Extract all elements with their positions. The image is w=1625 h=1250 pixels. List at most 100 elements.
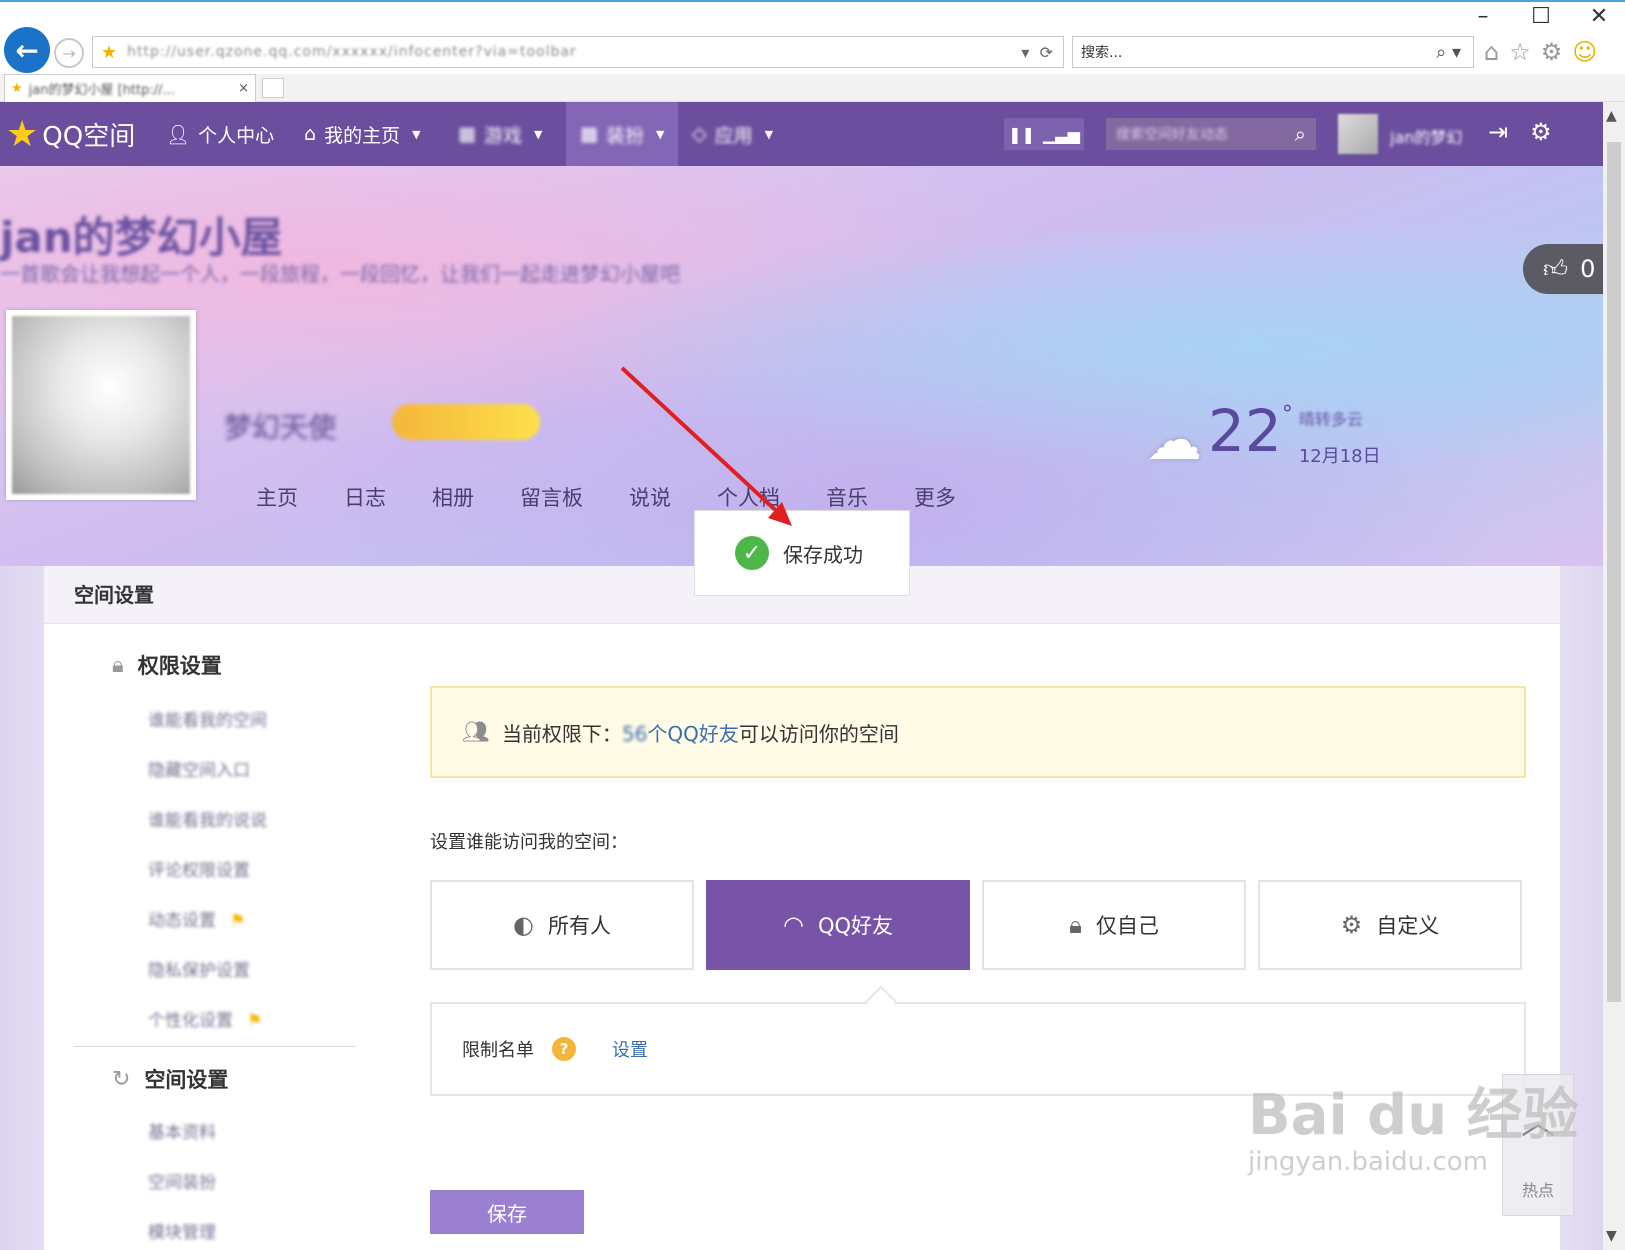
option-everyone[interactable]: ◐ 所有人 — [430, 880, 694, 970]
help-question-icon[interactable]: ? — [552, 1037, 576, 1061]
subnav-blog[interactable]: 日志 — [344, 482, 386, 512]
friend-count[interactable]: 56 — [622, 722, 647, 746]
qzone-star-icon: ★ — [6, 114, 39, 155]
home-icon[interactable]: ⌂ — [1484, 38, 1499, 66]
gear-icon: ⚙ — [1340, 911, 1363, 939]
window-controls: – ☐ ✕ — [1467, 4, 1615, 29]
scroll-up-arrow-icon[interactable]: ▲ — [1606, 108, 1617, 124]
avatar-image — [12, 316, 190, 494]
caret-down-icon: ▼ — [655, 127, 665, 141]
favorite-star-icon: ★ — [101, 41, 118, 63]
option-qq-friends[interactable]: ◠ QQ好友 — [706, 880, 970, 970]
sidebar-item[interactable]: 隐藏空间入口 — [148, 756, 250, 781]
subnav-more[interactable]: 更多 — [914, 482, 956, 512]
scrollbar-thumb[interactable] — [1607, 142, 1621, 1002]
nav-games[interactable]: ▦ 游戏 ▼ — [458, 102, 542, 166]
globe-icon: ◐ — [513, 911, 534, 939]
sidebar-item[interactable]: 个性化设置 ⚑ — [148, 1006, 262, 1031]
permission-head-label: 权限设置 — [137, 654, 222, 678]
sidebar-item[interactable]: 动态设置 ⚑ — [148, 906, 245, 931]
hot-label[interactable]: 热点 — [1522, 1177, 1554, 1201]
pause-icon[interactable]: ❚❚ — [1008, 125, 1035, 144]
user-name[interactable]: jan的梦幻 — [1390, 124, 1462, 148]
address-bar[interactable]: ★ http://user.qzone.qq.com/xxxxxx/infoce… — [92, 36, 1064, 68]
browser-search-box[interactable]: 搜索... ⌕ ▾ — [1072, 36, 1474, 68]
option-label: QQ好友 — [817, 914, 893, 938]
toast-text: 保存成功 — [783, 542, 863, 567]
nav-label: 游戏 — [483, 124, 522, 147]
space-head-label: 空间设置 — [144, 1068, 229, 1092]
close-window-button[interactable]: ✕ — [1583, 4, 1615, 29]
nav-personal-center[interactable]: 👤︎ 个人中心 — [166, 102, 274, 166]
qq-penguin-icon: ◠ — [782, 911, 804, 939]
gear-icon[interactable]: ⚙ — [1530, 118, 1552, 146]
person-icon: 👤︎ — [166, 123, 191, 146]
user-avatar[interactable] — [1338, 114, 1378, 154]
permission-notice: 👥︎ 当前权限下： 56个QQ好友可以访问你的空间 — [430, 686, 1526, 778]
diamond-icon: ◇ — [692, 123, 707, 145]
new-tab-button[interactable] — [262, 78, 284, 98]
search-icon[interactable]: ⌕ ▾ — [1436, 42, 1461, 63]
sidebar-item[interactable]: 谁能看我的空间 — [148, 706, 267, 731]
option-only-me[interactable]: 🔒︎ 仅自己 — [982, 880, 1246, 970]
tab-favicon-icon: ★ — [11, 81, 23, 96]
space-section-head: ↻ 空间设置 — [112, 1064, 228, 1094]
qzone-top-nav: ★ QQ空间 👤︎ 个人中心 ⌂ 我的主页 ▼ ▦ 游戏 ▼ ▩ 装扮 ▼ ◇ … — [0, 102, 1603, 166]
qzone-search[interactable]: 搜索空间好友动态 ⌕ — [1106, 118, 1316, 150]
smiley-feedback-icon[interactable]: ☺ — [1572, 38, 1597, 66]
access-options: ◐ 所有人 ◠ QQ好友 🔒︎ 仅自己 ⚙ 自定义 — [430, 880, 1522, 970]
nav-decorate[interactable]: ▩ 装扮 ▼ — [566, 102, 679, 166]
browser-search-placeholder[interactable]: 搜索... — [1081, 42, 1436, 62]
signal-bars-icon[interactable]: ▁▃▅ — [1043, 125, 1080, 144]
restrict-set-link[interactable]: 设置 — [612, 1036, 648, 1062]
qzone-logo[interactable]: ★ QQ空间 — [6, 114, 135, 155]
like-button[interactable]: 👍︎ 0 — [1523, 244, 1603, 294]
nav-my-home[interactable]: ⌂ 我的主页 ▼ — [304, 102, 421, 166]
profile-avatar[interactable] — [6, 310, 196, 500]
subnav-guestbook[interactable]: 留言板 — [520, 482, 583, 512]
qzone-search-placeholder[interactable]: 搜索空间好友动态 — [1116, 124, 1228, 144]
option-custom[interactable]: ⚙ 自定义 — [1258, 880, 1522, 970]
sidebar-item[interactable]: 谁能看我的说说 — [148, 806, 267, 831]
sidebar-item[interactable]: 空间装扮 — [148, 1168, 216, 1193]
subnav-shuoshuo[interactable]: 说说 — [629, 482, 671, 512]
nav-apps[interactable]: ◇ 应用 ▼ — [692, 102, 773, 166]
vip-badge[interactable] — [392, 404, 540, 440]
subnav-profile[interactable]: 个人档 — [717, 482, 780, 512]
like-count: 0 — [1580, 255, 1596, 283]
subnav-album[interactable]: 相册 — [432, 482, 474, 512]
maximize-button[interactable]: ☐ — [1525, 4, 1557, 29]
space-title: jan的梦幻小屋 — [0, 213, 283, 262]
save-button[interactable]: 保存 — [430, 1190, 584, 1234]
minimize-button[interactable]: – — [1467, 4, 1499, 29]
dropdown-refresh-icons[interactable]: ▾ ⟳ — [1021, 43, 1053, 62]
sidebar-item[interactable]: 基本资料 — [148, 1118, 216, 1143]
sidebar-item[interactable]: 评论权限设置 — [148, 856, 250, 881]
decorate-icon: ▩ — [580, 123, 598, 145]
logout-icon[interactable]: ⇥ — [1488, 118, 1508, 146]
tab-close-icon[interactable]: × — [238, 81, 249, 96]
who-can-access-label: 设置谁能访问我的空间： — [430, 832, 628, 853]
back-button[interactable]: ← — [4, 27, 50, 73]
friends-link[interactable]: 个QQ好友 — [647, 722, 738, 746]
weather-condition: 晴转多云 — [1298, 410, 1363, 429]
url-text[interactable]: http://user.qzone.qq.com/xxxxxx/infocent… — [127, 44, 1021, 60]
page-scrollbar[interactable]: ▲ ▼ — [1603, 102, 1625, 1250]
permission-section-head: 🔒︎ 权限设置 — [112, 650, 222, 680]
caret-down-icon: ▼ — [764, 127, 774, 141]
browser-tab[interactable]: ★ jan的梦幻小屋 [http://... × — [4, 74, 256, 102]
option-label: 自定义 — [1376, 914, 1440, 938]
favorites-icon[interactable]: ☆ — [1509, 38, 1531, 66]
forward-button[interactable]: → — [54, 38, 84, 68]
subnav-music[interactable]: 音乐 — [826, 482, 868, 512]
sidebar-item[interactable]: 模块管理 — [148, 1218, 216, 1243]
save-success-toast: ✓ 保存成功 — [694, 510, 910, 596]
settings-gear-icon[interactable]: ⚙ — [1541, 38, 1563, 66]
partly-cloudy-icon: ☁ — [1146, 408, 1202, 473]
subnav-home[interactable]: 主页 — [256, 482, 298, 512]
search-icon[interactable]: ⌕ — [1295, 122, 1306, 146]
thumbs-up-icon: 👍︎ — [1543, 254, 1569, 283]
sidebar-item-label: 个性化设置 — [148, 1011, 233, 1031]
scroll-down-arrow-icon[interactable]: ▼ — [1606, 1228, 1617, 1244]
sidebar-item[interactable]: 隐私保护设置 — [148, 956, 250, 981]
